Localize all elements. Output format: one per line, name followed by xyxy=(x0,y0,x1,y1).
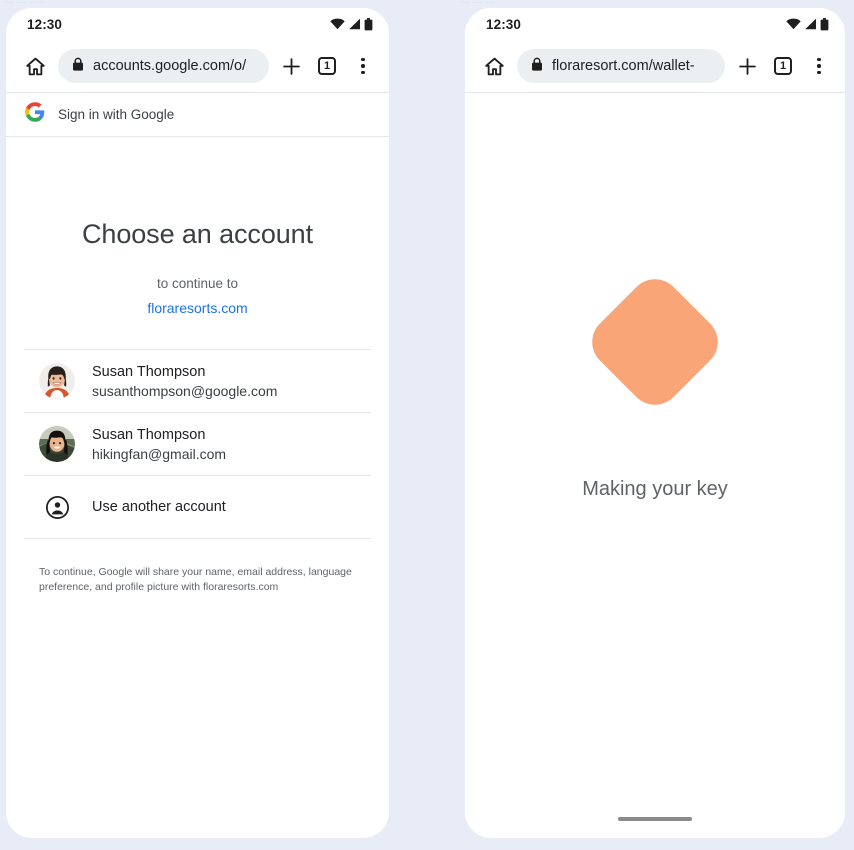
kebab-menu-icon[interactable] xyxy=(349,52,377,80)
top-crop-artifact-left: –– –– ––– xyxy=(4,0,45,5)
status-time: 12:30 xyxy=(27,16,63,32)
account-email: susanthompson@google.com xyxy=(92,382,278,399)
plus-icon[interactable] xyxy=(277,52,305,80)
sign-in-with-google-header: Sign in with Google xyxy=(6,92,389,137)
tab-count-label: 1 xyxy=(774,57,792,75)
right-url-text: floraresort.com/wallet- xyxy=(552,58,695,74)
home-icon[interactable] xyxy=(479,51,509,81)
account-list: Susan Thompson susanthompson@google.com xyxy=(24,349,371,539)
right-browser-toolbar: floraresort.com/wallet- 1 xyxy=(465,40,845,92)
home-icon[interactable] xyxy=(20,51,50,81)
lock-icon xyxy=(72,57,84,76)
plus-icon[interactable] xyxy=(733,52,761,80)
account-info: Susan Thompson susanthompson@google.com xyxy=(92,364,277,399)
battery-icon xyxy=(820,17,829,31)
home-indicator-bar[interactable] xyxy=(618,817,692,821)
wifi-icon xyxy=(786,18,801,30)
status-icon-group xyxy=(330,17,373,31)
account-name: Susan Thompson xyxy=(92,363,206,380)
key-diamond-graphic xyxy=(581,268,729,416)
right-url-bar[interactable]: floraresort.com/wallet- xyxy=(517,49,725,83)
avatar xyxy=(39,426,75,462)
use-another-account-label: Use another account xyxy=(92,499,226,515)
kebab-menu-icon[interactable] xyxy=(805,52,833,80)
status-time: 12:30 xyxy=(486,16,522,32)
tab-counter-button[interactable]: 1 xyxy=(769,52,797,80)
left-status-bar: 12:30 xyxy=(6,8,389,40)
tab-count-label: 1 xyxy=(318,57,336,75)
sign-in-with-google-label: Sign in with Google xyxy=(58,107,175,122)
wifi-icon xyxy=(330,18,345,30)
account-row-1[interactable]: Susan Thompson susanthompson@google.com xyxy=(24,349,371,413)
wallet-status-text: Making your key xyxy=(582,478,728,500)
left-url-bar[interactable]: accounts.google.com/o/ xyxy=(58,49,269,83)
continue-to-label: to continue to xyxy=(156,276,239,291)
signal-icon xyxy=(804,18,817,30)
battery-icon xyxy=(364,17,373,31)
account-info: Susan Thompson hikingfan@gmail.com xyxy=(92,427,226,462)
account-circle-icon xyxy=(39,489,75,525)
top-crop-artifact-right: –– –– –– xyxy=(460,0,496,5)
account-email: hikingfan@gmail.com xyxy=(92,445,227,462)
sharing-disclaimer: To continue, Google will share your name… xyxy=(39,566,352,593)
screenshot-canvas: –– –– ––– –– –– –– 12:30 accounts.google… xyxy=(0,0,854,850)
tab-counter-button[interactable]: 1 xyxy=(313,52,341,80)
phone-left-google-account-chooser: 12:30 accounts.google.com/o/ 1 Sign in w… xyxy=(6,8,389,838)
use-another-account-row[interactable]: Use another account xyxy=(24,476,371,539)
avatar xyxy=(39,363,75,399)
right-status-bar: 12:30 xyxy=(465,8,845,40)
phone-right-wallet-key: 12:30 floraresort.com/wallet- 1 Making y… xyxy=(465,8,845,838)
page-title: Choose an account xyxy=(82,219,313,249)
lock-icon xyxy=(531,57,543,76)
target-domain-link[interactable]: floraresorts.com xyxy=(24,300,371,316)
wallet-key-panel: Making your key xyxy=(465,92,845,838)
signal-icon xyxy=(348,18,361,30)
account-row-2[interactable]: Susan Thompson hikingfan@gmail.com xyxy=(24,413,371,476)
google-g-icon xyxy=(25,102,45,127)
account-name: Susan Thompson xyxy=(92,426,206,443)
left-browser-toolbar: accounts.google.com/o/ 1 xyxy=(6,40,389,92)
account-chooser-panel: Choose an account to continue to florare… xyxy=(6,219,389,595)
left-url-text: accounts.google.com/o/ xyxy=(93,58,247,74)
status-icon-group xyxy=(786,17,829,31)
